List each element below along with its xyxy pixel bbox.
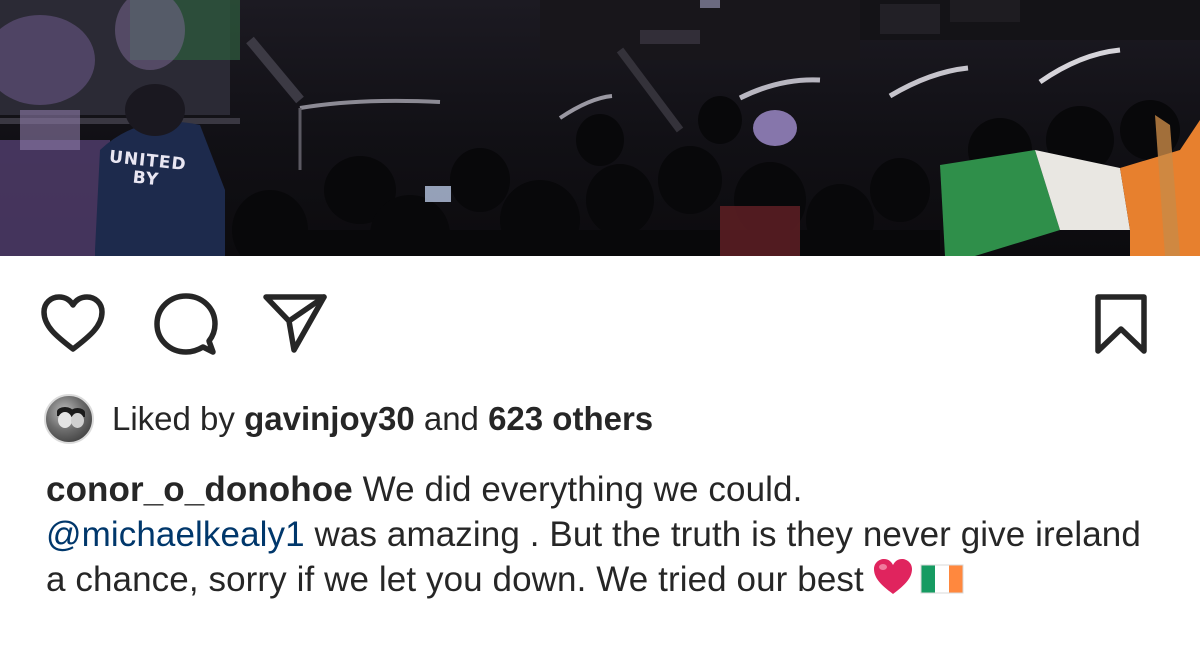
post-photo[interactable]: UNITED BY	[0, 0, 1200, 256]
paper-plane-icon	[263, 294, 327, 353]
caption-mention-link[interactable]: @michaelkealy1	[46, 515, 305, 554]
share-button[interactable]	[262, 291, 328, 355]
post-action-bar	[0, 285, 1200, 365]
caption-text-part1: We did everything we could.	[362, 470, 803, 509]
likes-summary: Liked by gavinjoy30 and 623 others	[44, 393, 653, 445]
liker-username-link[interactable]: gavinjoy30	[244, 400, 415, 438]
save-button[interactable]	[1092, 293, 1150, 357]
comment-bubble-icon	[154, 293, 218, 355]
bookmark-icon	[1095, 294, 1147, 354]
likes-others-link[interactable]: 623 others	[488, 400, 653, 438]
likes-joiner: and	[423, 400, 479, 437]
like-button[interactable]	[38, 293, 108, 355]
liker-avatar[interactable]	[44, 394, 94, 444]
red-heart-emoji	[873, 559, 912, 594]
concert-crowd-image	[0, 0, 1200, 256]
post-caption: conor_o_donohoe We did everything we cou…	[46, 468, 1166, 603]
comment-button[interactable]	[153, 291, 219, 357]
ireland-flag-emoji	[920, 564, 964, 594]
caption-username-link[interactable]: conor_o_donohoe	[46, 470, 353, 509]
likes-prefix: Liked by	[112, 400, 235, 437]
heart-outline-icon	[41, 294, 105, 352]
